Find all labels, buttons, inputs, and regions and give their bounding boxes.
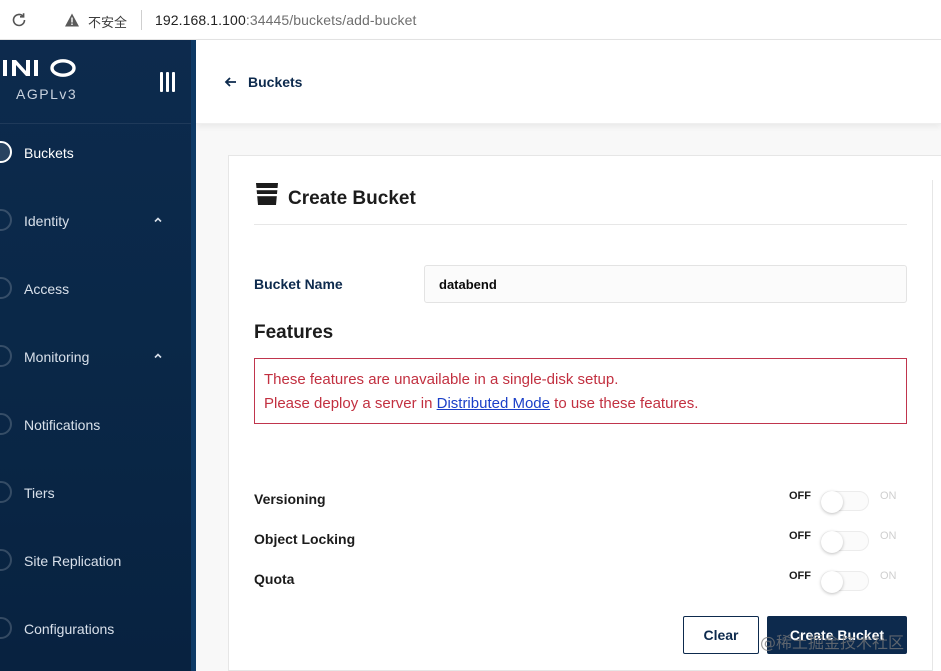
arrow-left-icon [224, 77, 236, 87]
toggle-off-label: OFF [789, 570, 811, 582]
create-bucket-button[interactable]: Create Bucket [767, 616, 907, 654]
back-label: Buckets [248, 74, 303, 90]
distributed-mode-link[interactable]: Distributed Mode [437, 395, 550, 412]
sidebar-item-label: Tiers [24, 485, 55, 501]
side-panel-edge [932, 180, 941, 671]
alert-line-2-suffix: to use these features. [550, 395, 699, 412]
license-label: AGPLv3 [16, 86, 78, 102]
sidebar-item-identity[interactable]: Identity [0, 197, 191, 249]
reload-icon[interactable] [10, 11, 28, 29]
toggle-off-label: OFF [789, 490, 811, 502]
site-replication-icon [0, 549, 12, 571]
sidebar-item-tiers[interactable]: Tiers [0, 469, 191, 521]
sidebar-item-notifications[interactable]: Notifications [0, 401, 191, 453]
url-field[interactable]: 192.168.1.100:34445/buckets/add-bucket [155, 12, 416, 28]
features-heading: Features [254, 322, 334, 343]
versioning-label: Versioning [254, 491, 326, 507]
sidebar-item-label: Notifications [24, 417, 101, 433]
sidebar-item-monitoring[interactable]: Monitoring [0, 333, 191, 385]
toggle-on-label: ON [880, 490, 897, 502]
alert-line-2: Please deploy a server in Distributed Mo… [264, 395, 698, 412]
sidebar-item-label: Access [24, 281, 70, 297]
warning-icon [65, 13, 79, 27]
sidebar-item-label: Identity [24, 213, 70, 229]
tiers-icon [0, 481, 12, 503]
versioning-toggle[interactable] [821, 491, 869, 513]
collapse-menu-icon[interactable] [160, 72, 176, 92]
bucket-name-input[interactable] [424, 265, 907, 303]
sidebar-item-label: Site Replication [24, 553, 122, 569]
sidebar-item-label: Buckets [24, 145, 74, 161]
bucket-icon [255, 183, 279, 205]
sidebar-item-label: Monitoring [24, 349, 90, 365]
identity-icon [0, 209, 12, 231]
object-locking-toggle[interactable] [821, 531, 869, 553]
sidebar-item-buckets[interactable]: Buckets [0, 129, 191, 181]
buckets-icon [0, 141, 12, 163]
versioning-row: Versioning OFF ON [254, 488, 907, 513]
access-icon [0, 277, 12, 299]
toggle-knob [821, 531, 843, 553]
page-header: Buckets [196, 40, 941, 124]
sidebar-divider [0, 123, 191, 124]
sidebar-item-access[interactable]: Access [0, 265, 191, 317]
object-locking-row: Object Locking OFF ON [254, 528, 907, 553]
url-path: :34445/buckets/add-bucket [245, 12, 417, 28]
configurations-icon [0, 617, 12, 639]
quota-toggle[interactable] [821, 571, 869, 593]
alert-line-2-prefix: Please deploy a server in [264, 395, 437, 412]
toggle-off-label: OFF [789, 530, 811, 542]
chevron-up-icon [154, 353, 162, 359]
browser-address-bar: 不安全 192.168.1.100:34445/buckets/add-buck… [0, 0, 941, 40]
toggle-on-label: ON [880, 570, 897, 582]
card-title: Create Bucket [288, 188, 416, 209]
sidebar-item-configurations[interactable]: Configurations [0, 605, 191, 657]
chevron-up-icon [154, 217, 162, 223]
object-locking-label: Object Locking [254, 531, 356, 547]
address-separator [141, 10, 142, 30]
minio-logo[interactable] [0, 58, 80, 78]
toggle-on-label: ON [880, 530, 897, 542]
quota-row: Quota OFF ON [254, 568, 907, 593]
notifications-icon [0, 413, 12, 435]
toggle-knob [821, 491, 843, 513]
features-unavailable-alert: These features are unavailable in a sing… [254, 358, 907, 424]
insecure-label: 不安全 [88, 16, 128, 31]
bucket-name-label: Bucket Name [254, 276, 343, 292]
title-divider [254, 224, 907, 225]
toggle-knob [821, 571, 843, 593]
clear-button[interactable]: Clear [683, 616, 759, 654]
alert-line-1: These features are unavailable in a sing… [264, 371, 619, 388]
sidebar-item-label: Configurations [24, 621, 115, 637]
monitoring-icon [0, 345, 12, 367]
url-host: 192.168.1.100 [155, 12, 246, 28]
quota-label: Quota [254, 571, 295, 587]
sidebar-item-site-replication[interactable]: Site Replication [0, 537, 191, 589]
